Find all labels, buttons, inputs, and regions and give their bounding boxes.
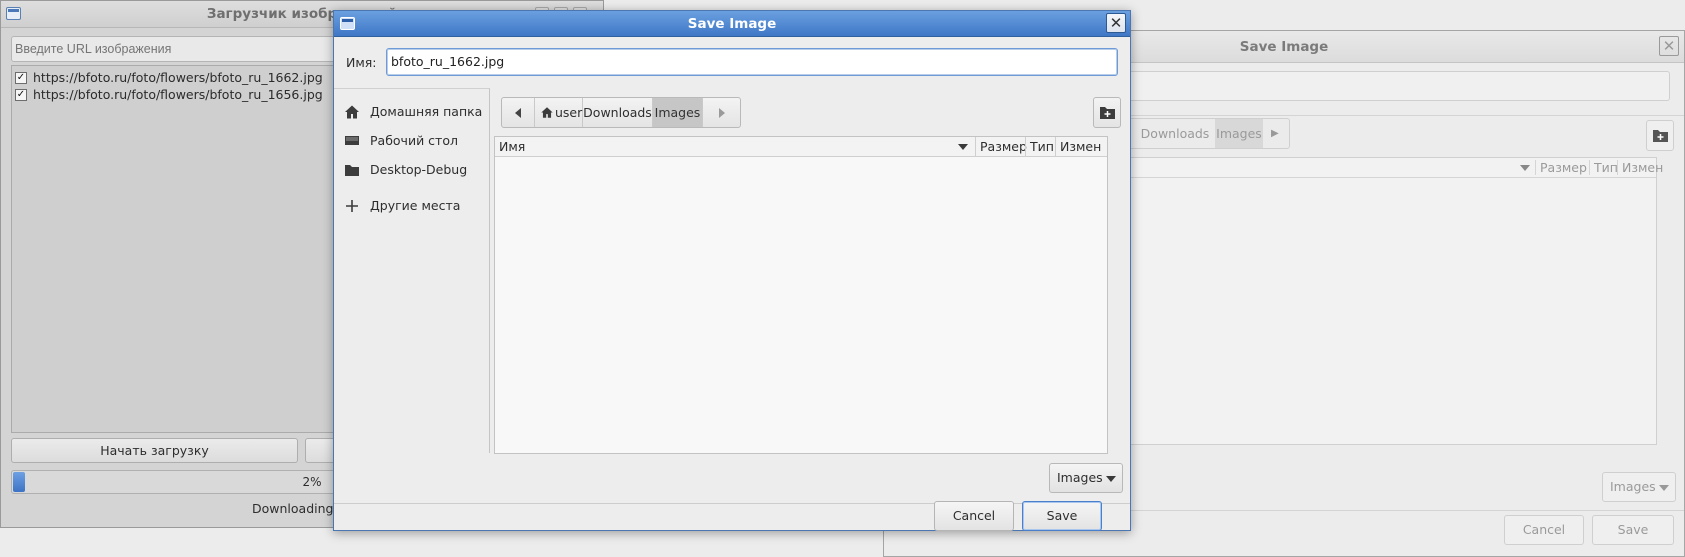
place-desktop[interactable]: Рабочий стол — [334, 126, 489, 155]
file-type-filter[interactable]: Images — [1049, 463, 1123, 493]
col-modified[interactable]: Измен — [1055, 137, 1107, 156]
filename-field[interactable]: bfoto_ru_1662.jpg — [386, 48, 1118, 76]
path-images[interactable]: Images — [653, 98, 703, 127]
save-button[interactable]: Save — [1022, 501, 1102, 531]
desktop-icon — [345, 135, 359, 145]
place-label: Другие места — [370, 198, 461, 213]
bg-filter-label: Images — [1610, 479, 1656, 494]
bg-save-button[interactable]: Save — [1592, 515, 1674, 545]
new-folder-icon[interactable] — [1093, 97, 1121, 128]
chevron-down-icon — [1106, 476, 1116, 482]
url-text: https://bfoto.ru/foto/flowers/bfoto_ru_1… — [33, 87, 323, 102]
new-folder-icon[interactable] — [1646, 120, 1674, 151]
col-name[interactable]: Имя — [495, 137, 975, 156]
home-icon — [345, 105, 359, 118]
name-label: Имя: — [346, 55, 377, 70]
save-image-dialog: Save Image ✕ Имя: bfoto_ru_1662.jpg Дома… — [333, 10, 1131, 531]
bg-col-modified[interactable]: Измен — [1617, 160, 1663, 175]
back-chevron-left-icon[interactable] — [502, 98, 535, 127]
col-type[interactable]: Тип — [1025, 137, 1055, 156]
file-list-header: Имя Размер Тип Измен — [495, 137, 1107, 157]
place-other-locations[interactable]: Другие места — [334, 191, 489, 220]
bg-cancel-button[interactable]: Cancel — [1504, 515, 1584, 545]
bg-col-type[interactable]: Тип — [1589, 160, 1618, 175]
filter-label: Images — [1057, 470, 1103, 485]
bg-path-images[interactable]: Images — [1215, 119, 1263, 148]
place-desktop-debug[interactable]: Desktop-Debug — [334, 155, 489, 184]
col-size[interactable]: Размер — [975, 137, 1027, 156]
folder-icon — [345, 164, 359, 176]
sort-chevron-down-icon[interactable] — [958, 144, 968, 150]
close-icon[interactable]: ✕ — [1659, 36, 1679, 56]
forward-icon[interactable]: ▶ — [1271, 128, 1279, 139]
sort-chevron-down-icon[interactable] — [1520, 165, 1530, 171]
cancel-button[interactable]: Cancel — [934, 501, 1014, 531]
home-icon — [541, 107, 553, 118]
plus-icon — [346, 199, 358, 212]
file-list[interactable]: Имя Размер Тип Измен — [494, 136, 1108, 454]
close-icon[interactable]: ✕ — [1106, 13, 1126, 33]
list-item[interactable]: ✓ https://bfoto.ru/foto/flowers/bfoto_ru… — [15, 69, 323, 86]
dialog-titlebar: Save Image ✕ — [334, 11, 1130, 37]
chevron-down-icon — [1659, 485, 1669, 491]
path-downloads[interactable]: Downloads — [583, 98, 653, 127]
url-text: https://bfoto.ru/foto/flowers/bfoto_ru_1… — [33, 70, 323, 85]
places-sidebar: Домашняя папка Рабочий стол Desktop-Debu… — [334, 88, 490, 453]
dialog-title: Save Image — [687, 16, 777, 32]
place-label: Домашняя папка — [370, 104, 483, 119]
place-home[interactable]: Домашняя папка — [334, 97, 489, 126]
bg-col-size[interactable]: Размер — [1535, 160, 1587, 175]
place-label: Рабочий стол — [370, 133, 458, 148]
path-home-label: user — [555, 105, 583, 120]
start-download-button[interactable]: Начать загрузку — [11, 438, 298, 463]
checkbox[interactable]: ✓ — [15, 71, 27, 84]
path-home[interactable]: user — [535, 98, 583, 127]
checkbox[interactable]: ✓ — [15, 88, 27, 101]
status-text: Downloading: — [252, 501, 338, 516]
bg-path-downloads[interactable]: Downloads — [1135, 119, 1215, 148]
list-item[interactable]: ✓ https://bfoto.ru/foto/flowers/bfoto_ru… — [15, 86, 323, 103]
forward-chevron-right-icon[interactable] — [703, 98, 740, 127]
path-bar: user Downloads Images — [501, 97, 741, 128]
bg-filter-dropdown[interactable]: Images — [1602, 472, 1676, 502]
place-label: Desktop-Debug — [370, 162, 468, 177]
